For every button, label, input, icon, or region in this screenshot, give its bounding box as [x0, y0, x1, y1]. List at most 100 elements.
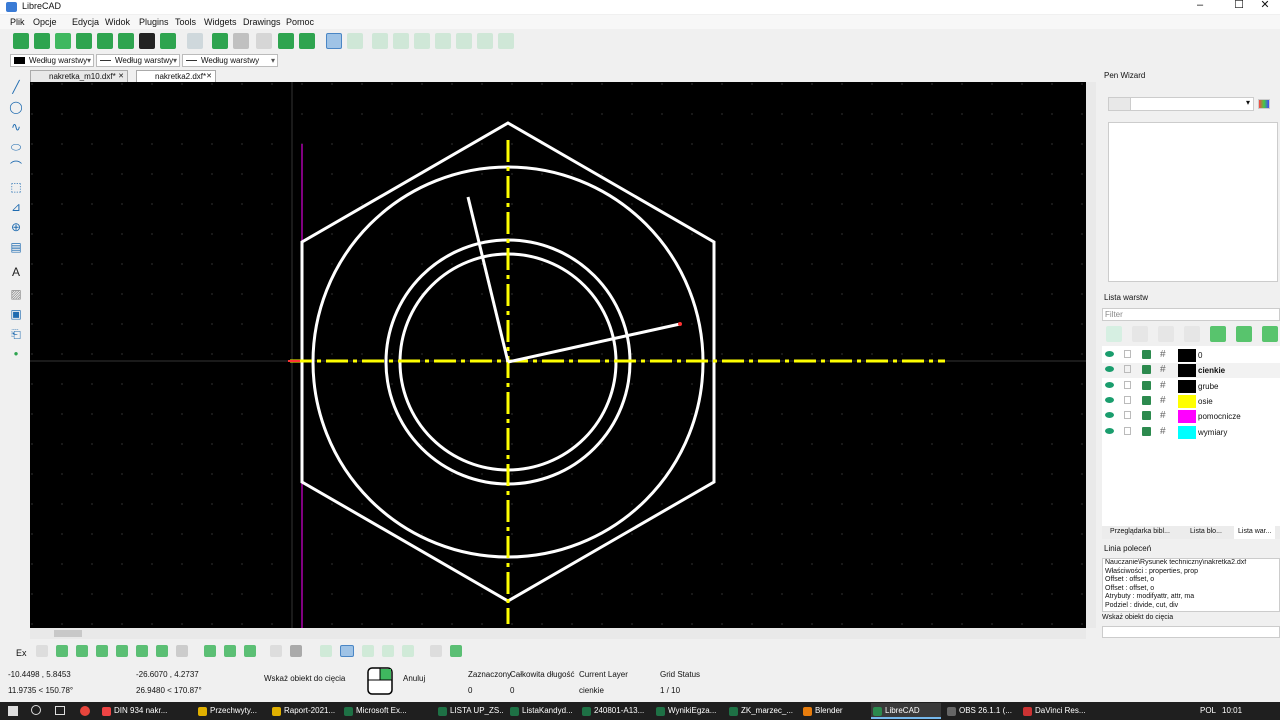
eye-icon[interactable]: [1105, 427, 1114, 434]
menu-widok[interactable]: Widok: [105, 17, 130, 27]
new-file-icon[interactable]: [13, 33, 29, 49]
close-icon[interactable]: ✕: [206, 71, 212, 82]
redo-icon[interactable]: [233, 33, 249, 49]
taskbar-item[interactable]: LISTA UP_ZS...: [436, 703, 504, 719]
block-insert-icon[interactable]: [430, 645, 442, 657]
command-input[interactable]: [1102, 626, 1280, 638]
taskbar-item[interactable]: ZK_marzec_...: [727, 703, 797, 719]
tab-nakretka-m10[interactable]: nakretka_m10.dxf* ✕: [30, 70, 128, 82]
lock-icon[interactable]: [1124, 350, 1131, 358]
cut-icon[interactable]: [256, 33, 272, 49]
hatch-tool-icon[interactable]: ▨: [9, 287, 23, 301]
eye-icon[interactable]: [1105, 412, 1114, 419]
point-tool-icon[interactable]: ●: [9, 347, 23, 361]
view-icon-1[interactable]: [320, 645, 332, 657]
tab-library-browser[interactable]: Przeglądarka bibl...: [1110, 528, 1170, 535]
restrict-vertical-icon[interactable]: [224, 645, 236, 657]
taskbar-item[interactable]: 240801-A13...: [580, 703, 650, 719]
hide-all-layers-icon[interactable]: [1132, 326, 1148, 342]
canvas-vertical-scrollbar[interactable]: [1086, 82, 1096, 628]
relative-zero-icon[interactable]: [270, 645, 282, 657]
taskbar-item[interactable]: Microsoft Ex...: [342, 703, 432, 719]
zoom-window-icon[interactable]: [477, 33, 493, 49]
construction-icon[interactable]: #: [1160, 426, 1166, 437]
taskbar-item[interactable]: WynikiEgza...: [654, 703, 723, 719]
taskbar-item[interactable]: LibreCAD: [871, 703, 941, 719]
lock-icon[interactable]: [1124, 380, 1131, 389]
info-tool-icon[interactable]: ▤: [9, 240, 23, 254]
menu-drawings[interactable]: Drawings: [243, 17, 281, 27]
edit-layer-icon[interactable]: [1262, 326, 1278, 342]
menu-widgets[interactable]: Widgets: [204, 17, 237, 27]
language-indicator[interactable]: POL: [1200, 706, 1216, 715]
search-icon[interactable]: [31, 705, 41, 715]
redraw-icon[interactable]: [372, 33, 388, 49]
ellipse-tool-icon[interactable]: ⬭: [9, 140, 23, 154]
menu-plugins[interactable]: Plugins: [139, 17, 169, 27]
zoom-previous-icon[interactable]: [456, 33, 472, 49]
construction-icon[interactable]: #: [1160, 410, 1166, 421]
show-all-layers-icon[interactable]: [1106, 326, 1122, 342]
restrict-horizontal-icon[interactable]: [204, 645, 216, 657]
undo-icon[interactable]: [212, 33, 228, 49]
construction-icon[interactable]: #: [1160, 364, 1166, 375]
print-icon[interactable]: [139, 33, 155, 49]
print-preview-icon[interactable]: [160, 33, 176, 49]
zoom-out-icon[interactable]: [414, 33, 430, 49]
drawing-canvas[interactable]: [30, 82, 1086, 628]
eye-icon[interactable]: [1105, 396, 1114, 403]
printer-icon[interactable]: [1142, 350, 1151, 359]
save-all-icon[interactable]: [118, 33, 134, 49]
taskbar-item[interactable]: ListaKandyd...: [508, 703, 576, 719]
chrome-icon[interactable]: [80, 706, 90, 716]
text-tool-icon[interactable]: A: [9, 265, 23, 279]
menu-pomoc[interactable]: Pomoc: [286, 17, 314, 27]
dimension-tool-icon[interactable]: ⊿: [9, 200, 23, 214]
canvas-horizontal-scrollbar[interactable]: [30, 628, 1086, 639]
taskbar-item[interactable]: DaVinci Res...: [1021, 703, 1087, 719]
snap-exclusive-icon[interactable]: [176, 645, 188, 657]
task-view-icon[interactable]: [55, 706, 65, 715]
taskbar-item[interactable]: DIN 934 nakr...: [100, 703, 192, 719]
restrict-orthogonal-icon[interactable]: [244, 645, 256, 657]
snap-free-label[interactable]: Ex: [16, 648, 27, 658]
snap-onentity-icon[interactable]: [76, 645, 88, 657]
lock-icon[interactable]: [1124, 426, 1131, 435]
save-icon[interactable]: [76, 33, 92, 49]
save-as-icon[interactable]: [97, 33, 113, 49]
remove-layer-icon[interactable]: [1236, 326, 1252, 342]
start-windows-icon[interactable]: [8, 706, 18, 716]
construction-icon[interactable]: #: [1160, 349, 1166, 360]
pen-type-select[interactable]: Według warstwy ▾: [96, 54, 180, 67]
lock-relative-zero-icon[interactable]: [290, 645, 302, 657]
block-add-icon[interactable]: [450, 645, 462, 657]
zoom-in-icon[interactable]: [393, 33, 409, 49]
layer-color-swatch[interactable]: [1178, 349, 1196, 362]
draft-mode-icon[interactable]: [347, 33, 363, 49]
view-icon-5[interactable]: [402, 645, 414, 657]
copy-icon[interactable]: [278, 33, 294, 49]
color-palette-icon[interactable]: [1258, 99, 1270, 109]
add-layer-icon[interactable]: [1210, 326, 1226, 342]
eye-icon[interactable]: [1105, 366, 1114, 373]
pen-wizard-list[interactable]: [1108, 122, 1278, 282]
close-icon[interactable]: ✕: [118, 71, 124, 82]
view-icon-4[interactable]: [382, 645, 394, 657]
block-tool-icon[interactable]: ⎗: [9, 327, 23, 341]
minimize-icon[interactable]: –: [1180, 0, 1220, 12]
menu-opcje[interactable]: Opcje: [33, 17, 57, 27]
select-pointer-icon[interactable]: [187, 33, 203, 49]
layer-color-swatch[interactable]: [1178, 394, 1196, 408]
printer-icon[interactable]: [1142, 395, 1151, 405]
new-template-icon[interactable]: [34, 33, 50, 49]
layer-row[interactable]: # cienkie: [1102, 363, 1280, 379]
layer-row[interactable]: # pomocnicze: [1102, 409, 1280, 424]
select-tool-icon[interactable]: ⬚: [9, 180, 23, 194]
zoom-auto-icon[interactable]: [435, 33, 451, 49]
snap-center-icon[interactable]: [96, 645, 108, 657]
layer-row[interactable]: #0: [1102, 348, 1280, 363]
snap-distance-icon[interactable]: [136, 645, 148, 657]
pen-color-select[interactable]: Według warstwy ▾: [10, 54, 94, 67]
image-tool-icon[interactable]: ▣: [9, 307, 23, 321]
layer-row[interactable]: # osie: [1102, 394, 1280, 409]
